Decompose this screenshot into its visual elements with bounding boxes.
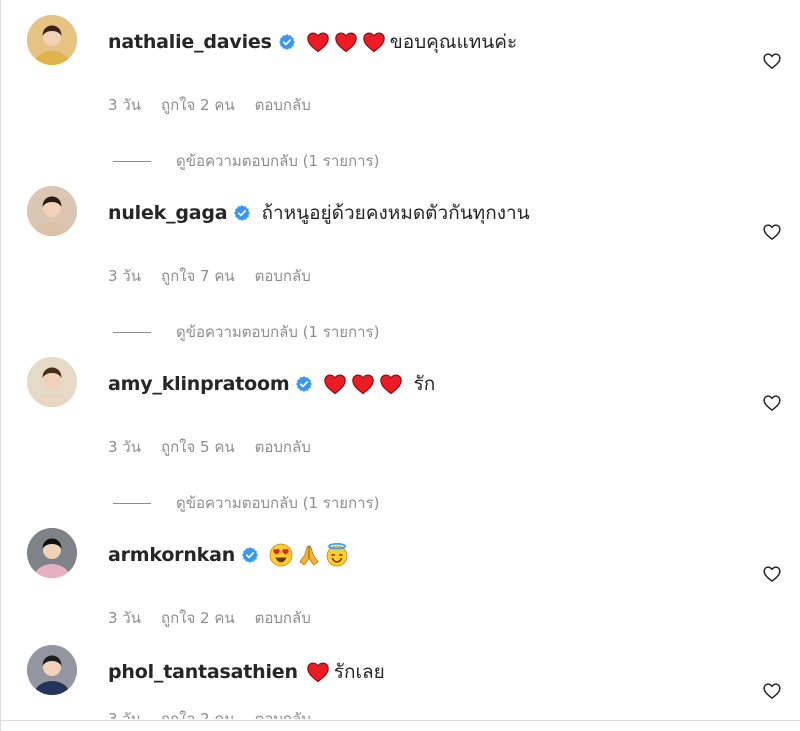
comment-text: ขอบคุณแทนค่ะ xyxy=(389,31,518,53)
reply-button[interactable]: ตอบกลับ xyxy=(255,710,311,719)
comment-meta: 3 วัน ถูกใจ 7 คน ตอบกลับ xyxy=(108,264,311,288)
comment-meta: 3 วัน ถูกใจ 2 คน ตอบกลับ xyxy=(108,606,311,630)
comment-text: ถ้าหนูอยู่ด้วยคงหมดตัวกันทุกงาน xyxy=(261,202,530,224)
comment-meta: 3 วัน ถูกใจ 5 คน ตอบกลับ xyxy=(108,435,311,459)
folded-hands-icon xyxy=(297,543,321,567)
view-replies-button[interactable]: ดูข้อความตอบกลับ (1 รายการ) xyxy=(113,320,379,344)
timestamp[interactable]: 3 วัน xyxy=(108,606,141,630)
username-link[interactable]: nathalie_davies xyxy=(108,31,272,53)
red-heart-icon xyxy=(323,372,347,396)
likes-count[interactable]: ถูกใจ 7 คน xyxy=(161,264,235,288)
timestamp[interactable]: 3 วัน xyxy=(108,435,141,459)
avatar[interactable] xyxy=(27,357,77,407)
avatar[interactable] xyxy=(27,528,77,578)
like-heart-icon[interactable] xyxy=(762,222,782,242)
timestamp[interactable]: 3 วัน xyxy=(108,710,141,719)
comment-text: รัก xyxy=(413,373,436,395)
like-heart-icon[interactable] xyxy=(762,51,782,71)
username-link[interactable]: amy_klinpratoom xyxy=(108,373,290,395)
reply-button[interactable]: ตอบกลับ xyxy=(255,435,311,459)
comment-meta-clipped: 3 วัน ถูกใจ 2 คน ตอบกลับ xyxy=(108,708,331,719)
username-link[interactable]: armkornkan xyxy=(108,544,235,566)
comment-text-wrapper: ขอบคุณแทนค่ะ xyxy=(306,27,517,57)
view-replies-label: ดูข้อความตอบกลับ (1 รายการ) xyxy=(176,323,380,341)
divider-dash xyxy=(113,160,151,162)
likes-count[interactable]: ถูกใจ 2 คน xyxy=(161,606,235,630)
verified-badge-icon xyxy=(278,33,296,51)
comment-text-wrapper: รักเลย xyxy=(306,657,385,687)
avatar[interactable] xyxy=(27,645,77,695)
panel-bottom-border xyxy=(0,720,800,721)
likes-count[interactable]: ถูกใจ 2 คน xyxy=(161,93,235,117)
divider-dash xyxy=(113,331,151,333)
view-replies-label: ดูข้อความตอบกลับ (1 รายการ) xyxy=(176,494,380,512)
smiling-face-with-halo-icon xyxy=(325,543,349,567)
red-heart-icon xyxy=(334,30,358,54)
red-heart-icon xyxy=(306,660,330,684)
username-link[interactable]: phol_tantasathien xyxy=(108,661,298,683)
reply-button[interactable]: ตอบกลับ xyxy=(255,606,311,630)
view-replies-label: ดูข้อความตอบกลับ (1 รายการ) xyxy=(176,152,380,170)
panel-left-border xyxy=(0,0,1,731)
red-heart-icon xyxy=(351,372,375,396)
red-heart-icon xyxy=(362,30,386,54)
comment-body: nathalie_davies ขอบคุณแทนค่ะ xyxy=(108,27,517,57)
like-heart-icon[interactable] xyxy=(762,681,782,701)
comment-body: amy_klinpratoom รัก xyxy=(108,369,435,399)
reply-button[interactable]: ตอบกลับ xyxy=(255,264,311,288)
verified-badge-icon xyxy=(241,546,259,564)
comment-text-wrapper: ถ้าหนูอยู่ด้วยคงหมดตัวกันทุกงาน xyxy=(261,198,529,228)
likes-count[interactable]: ถูกใจ 2 คน xyxy=(161,710,235,719)
heart-eyes-face-icon xyxy=(269,543,293,567)
comment-text-wrapper: รัก xyxy=(323,369,435,399)
likes-count[interactable]: ถูกใจ 5 คน xyxy=(161,435,235,459)
username-link[interactable]: nulek_gaga xyxy=(108,202,228,224)
view-replies-button[interactable]: ดูข้อความตอบกลับ (1 รายการ) xyxy=(113,491,379,515)
red-heart-icon xyxy=(379,372,403,396)
avatar[interactable] xyxy=(27,186,77,236)
red-heart-icon xyxy=(306,30,330,54)
view-replies-button[interactable]: ดูข้อความตอบกลับ (1 รายการ) xyxy=(113,149,379,173)
verified-badge-icon xyxy=(295,375,313,393)
divider-dash xyxy=(113,502,151,504)
comment-body: nulek_gaga ถ้าหนูอยู่ด้วยคงหมดตัวกันทุกงา… xyxy=(108,198,530,228)
comment-text-wrapper xyxy=(269,543,353,567)
comment-body: phol_tantasathien รักเลย xyxy=(108,657,385,687)
avatar[interactable] xyxy=(27,15,77,65)
timestamp[interactable]: 3 วัน xyxy=(108,93,141,117)
comment-meta: 3 วัน ถูกใจ 2 คน ตอบกลับ xyxy=(108,93,311,117)
comment-body: armkornkan xyxy=(108,540,353,570)
verified-badge-icon xyxy=(233,204,251,222)
like-heart-icon[interactable] xyxy=(762,393,782,413)
reply-button[interactable]: ตอบกลับ xyxy=(255,93,311,117)
comment-text: รักเลย xyxy=(333,661,385,683)
timestamp[interactable]: 3 วัน xyxy=(108,264,141,288)
like-heart-icon[interactable] xyxy=(762,564,782,584)
